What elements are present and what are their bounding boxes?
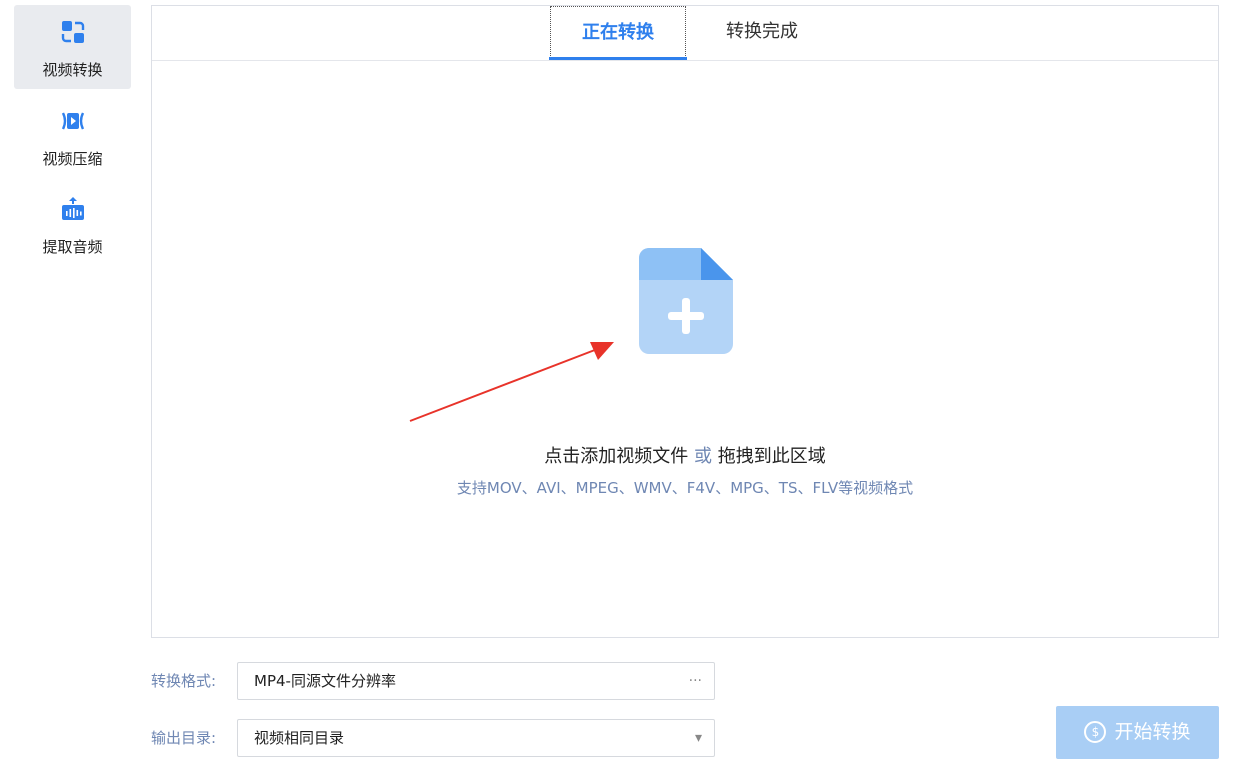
sidebar-item-label: 提取音频 <box>42 238 103 256</box>
drop-zone-title: 点击添加视频文件 或 拖拽到此区域 <box>152 442 1218 468</box>
more-icon[interactable]: ··· <box>689 663 702 699</box>
sidebar-item-video-convert[interactable]: 视频转换 <box>14 5 131 89</box>
annotation-arrow-icon <box>409 342 614 422</box>
format-label: 转换格式: <box>151 672 217 690</box>
tab-bar: 正在转换 转换完成 <box>152 6 1218 61</box>
start-convert-button[interactable]: $ 开始转换 <box>1056 706 1219 759</box>
sidebar-item-label: 视频压缩 <box>42 150 103 168</box>
output-dir-label: 输出目录: <box>151 729 217 747</box>
sidebar-item-audio-extract[interactable]: 提取音频 <box>14 182 131 266</box>
sidebar-item-label: 视频转换 <box>42 61 103 79</box>
start-convert-label: 开始转换 <box>1114 721 1191 743</box>
output-dir-select[interactable]: 视频相同目录 ▾ <box>237 719 715 757</box>
drop-title-suffix: 拖拽到此区域 <box>717 446 826 467</box>
format-select[interactable]: MP4-同源文件分辨率 ··· <box>237 662 715 700</box>
audio-extract-icon <box>62 197 84 220</box>
compress-icon <box>61 112 85 130</box>
convert-icon <box>61 21 85 43</box>
sidebar: 视频转换 视频压缩 提取音频 <box>0 0 140 771</box>
add-file-icon[interactable] <box>639 248 733 354</box>
format-value: MP4-同源文件分辨率 <box>254 672 396 690</box>
sidebar-item-video-compress[interactable]: 视频压缩 <box>14 94 131 178</box>
coin-icon: $ <box>1084 721 1107 743</box>
supported-formats-text: 支持MOV、AVI、MPEG、WMV、F4V、MPG、TS、FLV等视频格式 <box>456 479 914 497</box>
file-drop-zone[interactable]: 点击添加视频文件 或 拖拽到此区域 支持MOV、AVI、MPEG、WMV、F4V… <box>152 61 1218 637</box>
conversion-panel: 正在转换 转换完成 点击添加视频文件 或 拖拽到此区域 支持MOV、AVI、MP… <box>151 5 1219 638</box>
output-dir-value: 视频相同目录 <box>254 729 345 747</box>
chevron-down-icon[interactable]: ▾ <box>695 720 702 756</box>
tab-completed[interactable]: 转换完成 <box>700 6 824 58</box>
tab-converting[interactable]: 正在转换 <box>549 6 687 60</box>
drop-title-or: 或 <box>694 446 712 467</box>
drop-title-prefix: 点击添加视频文件 <box>544 446 689 467</box>
